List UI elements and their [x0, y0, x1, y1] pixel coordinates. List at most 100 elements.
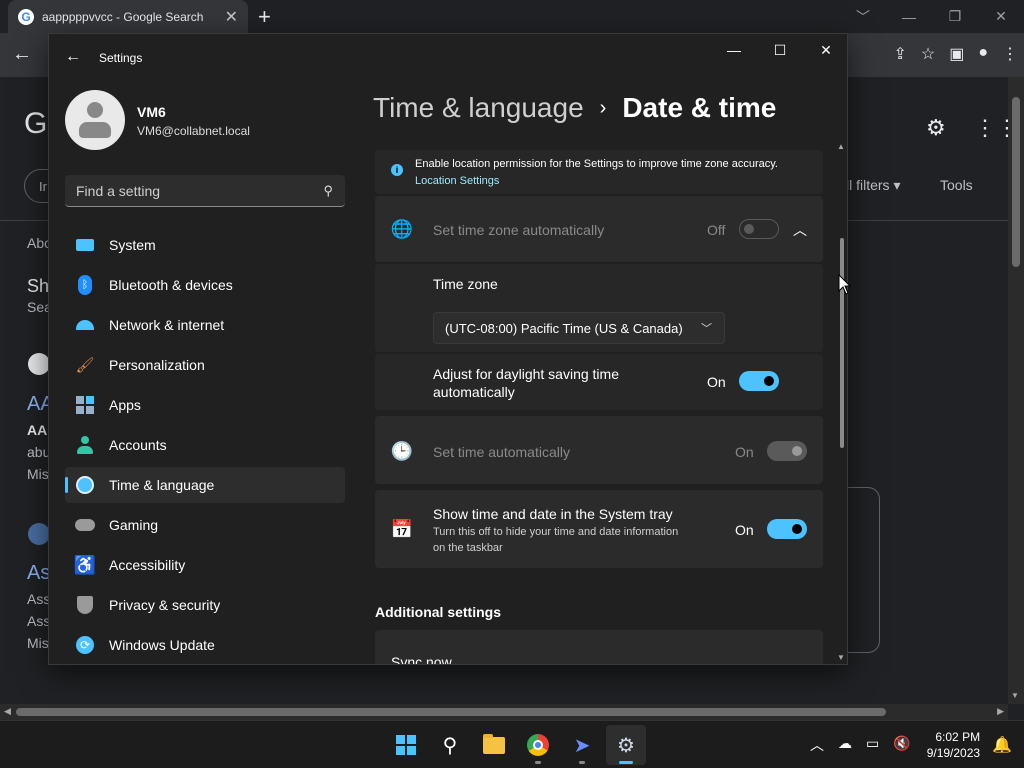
sidebar-item-accounts[interactable]: Accounts — [65, 427, 345, 463]
search-icon[interactable]: ⚲ — [323, 183, 333, 199]
user-profile[interactable]: VM6 VM6@collabnet.local — [65, 90, 345, 150]
chrome-menu-icon[interactable]: ⋮ — [1002, 44, 1018, 64]
file-explorer-button[interactable] — [474, 725, 514, 765]
scroll-up-icon[interactable]: ▲ — [837, 142, 845, 151]
tray-title: Show time and date in the System tray — [433, 506, 673, 522]
chrome-restore-button[interactable]: ❐ — [932, 0, 978, 33]
sidebar-item-accessibility[interactable]: ♿ Accessibility — [65, 547, 345, 583]
calendar-clock-icon: 📅 — [390, 518, 414, 539]
page-title: Date & time — [622, 92, 777, 123]
tools-button[interactable]: Tools — [940, 177, 973, 193]
tab-search-icon[interactable]: ﹀ — [840, 0, 886, 33]
search-input[interactable] — [65, 175, 305, 206]
chrome-close-button[interactable]: ✕ — [978, 0, 1024, 33]
result-link[interactable]: As — [27, 562, 50, 585]
tray-card: 📅 Show time and date in the System tray … — [375, 490, 823, 568]
bluetooth-icon: ᛒ — [75, 275, 95, 295]
tz-auto-card[interactable]: 🌐 Set time zone automatically Off ︿ — [375, 196, 823, 262]
sidebar-item-label: Bluetooth & devices — [109, 277, 233, 293]
additional-settings-heading: Additional settings — [375, 604, 501, 620]
toolbar-icons: ⇪ ☆ ▣ ● ⋮ — [893, 44, 1018, 64]
sidebar-item-label: System — [109, 237, 156, 253]
google-logo[interactable]: G — [24, 107, 47, 141]
chevron-up-icon[interactable]: ︿ — [793, 220, 807, 240]
scroll-down-icon[interactable]: ▼ — [1011, 691, 1019, 700]
tray-state: On — [735, 522, 754, 538]
tray-toggle[interactable] — [767, 519, 807, 539]
scrollbar-thumb[interactable] — [16, 708, 886, 716]
tz-auto-toggle[interactable] — [739, 219, 779, 239]
network-icon[interactable]: ▭ — [866, 735, 879, 755]
scroll-right-icon[interactable]: ▶ — [997, 706, 1004, 717]
new-tab-button[interactable]: + — [258, 4, 271, 30]
chrome-taskbar-button[interactable] — [518, 725, 558, 765]
sidebar-item-bluetooth[interactable]: ᛒ Bluetooth & devices — [65, 267, 345, 303]
gear-icon[interactable]: ⚙ — [926, 115, 946, 141]
settings-back-button[interactable]: ← — [65, 48, 81, 66]
volume-muted-icon[interactable]: 🔇 — [893, 735, 910, 755]
sidebar-item-system[interactable]: System — [65, 227, 345, 263]
profile-icon[interactable]: ● — [978, 44, 988, 64]
taskbar-search-button[interactable]: ⚲ — [430, 725, 470, 765]
page-horizontal-scrollbar[interactable]: ◀ ▶ — [0, 704, 1008, 720]
chrome-minimize-button[interactable]: — — [886, 0, 932, 33]
result-snippet: Ass — [27, 613, 51, 629]
chrome-tab[interactable]: G aapppppvvcc - Google Search ✕ — [8, 0, 248, 33]
location-settings-link[interactable]: Location Settings — [415, 175, 499, 187]
clock[interactable]: 6:02 PM 9/19/2023 — [927, 729, 980, 761]
tray-sub-line2: on the taskbar — [433, 542, 503, 554]
dst-state: On — [707, 374, 726, 390]
settings-taskbar-button[interactable]: ⚙ — [606, 725, 646, 765]
bookmark-star-icon[interactable]: ☆ — [921, 44, 935, 64]
time-zone-dropdown[interactable]: (UTC-08:00) Pacific Time (US & Canada) ﹀ — [433, 312, 725, 344]
taskbar: ⚲ ➤ ⚙ ︿ ☁ ▭ 🔇 6:02 PM 9/19/2023 🔔 — [0, 720, 1024, 768]
sidebar-item-time-language[interactable]: Time & language — [65, 467, 345, 503]
result-heading: Sh — [27, 276, 50, 296]
share-icon[interactable]: ⇪ — [893, 44, 906, 64]
maximize-button[interactable]: ☐ — [757, 34, 803, 66]
scrollbar-thumb[interactable] — [1012, 97, 1020, 267]
sidebar-item-gaming[interactable]: Gaming — [65, 507, 345, 543]
taskbar-apps: ⚲ ➤ ⚙ — [386, 725, 646, 765]
dst-toggle[interactable] — [739, 371, 779, 391]
time-auto-state: On — [735, 444, 754, 460]
notification-bell-icon[interactable]: 🔔 — [992, 735, 1012, 755]
browser-back-button[interactable]: ← — [12, 43, 32, 66]
time-auto-toggle[interactable] — [767, 441, 807, 461]
onedrive-icon[interactable]: ☁ — [838, 735, 852, 755]
sidebar-item-privacy[interactable]: Privacy & security — [65, 587, 345, 623]
start-button[interactable] — [386, 725, 426, 765]
minimize-button[interactable]: — — [711, 34, 757, 66]
all-filters-button[interactable]: ll filters ▾ — [846, 177, 900, 194]
close-tab-icon[interactable]: ✕ — [225, 7, 238, 27]
result-favicon-icon — [28, 523, 50, 545]
sidebar-item-network[interactable]: Network & internet — [65, 307, 345, 343]
time-auto-card: 🕒 Set time automatically On — [375, 416, 823, 484]
app-taskbar-button[interactable]: ➤ — [562, 725, 602, 765]
sidebar-item-personalization[interactable]: 🖌 Personalization — [65, 347, 345, 383]
close-button[interactable]: ✕ — [803, 34, 847, 66]
scroll-down-icon[interactable]: ▼ — [837, 653, 845, 662]
scrollbar-thumb[interactable] — [840, 238, 844, 448]
sidebar-item-label: Time & language — [109, 477, 215, 493]
tray-icons: ︿ ☁ ▭ 🔇 — [810, 735, 911, 755]
page-vertical-scrollbar[interactable]: ▼ — [1008, 77, 1024, 704]
settings-scrollbar[interactable]: ▲ ▼ — [837, 142, 847, 662]
breadcrumb-parent[interactable]: Time & language — [373, 92, 584, 124]
sidebar-item-windows-update[interactable]: ⟳ Windows Update — [65, 627, 345, 663]
side-panel-icon[interactable]: ▣ — [949, 44, 964, 64]
sync-now-label: Sync now — [391, 654, 452, 665]
scroll-left-icon[interactable]: ◀ — [4, 706, 11, 717]
avatar — [65, 90, 125, 150]
chrome-icon — [527, 734, 549, 756]
user-name: VM6 — [137, 104, 166, 120]
chevron-up-icon[interactable]: ︿ — [810, 735, 824, 755]
settings-window-title: Settings — [99, 51, 143, 65]
search-icon: ⚲ — [442, 734, 458, 757]
sidebar-item-label: Apps — [109, 397, 141, 413]
sync-card[interactable]: Sync now — [375, 630, 823, 665]
sidebar-item-apps[interactable]: Apps — [65, 387, 345, 423]
time-auto-label: Set time automatically — [433, 444, 570, 460]
settings-sidebar: System ᛒ Bluetooth & devices Network & i… — [65, 227, 345, 664]
chrome-window-controls: ﹀ — ❐ ✕ — [840, 0, 1024, 33]
